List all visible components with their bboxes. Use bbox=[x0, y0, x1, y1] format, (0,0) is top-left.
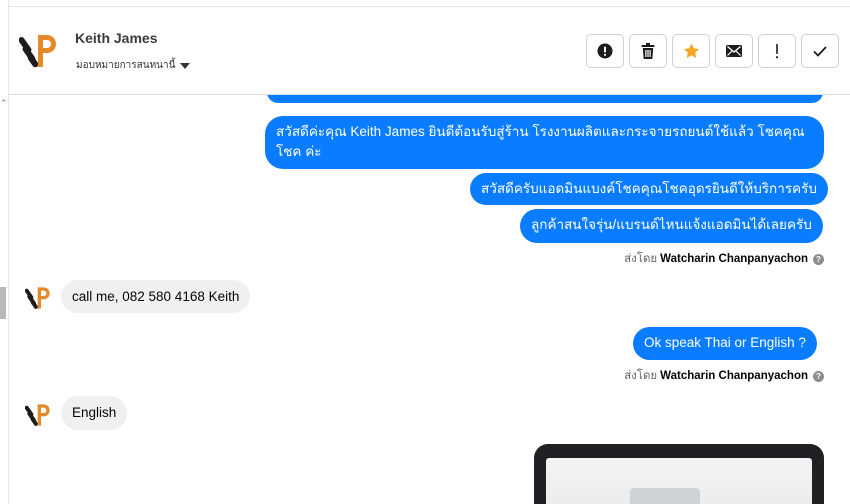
sent-by-agent: Watcharin Chanpanyachon bbox=[660, 370, 808, 382]
check-icon bbox=[813, 45, 827, 57]
collapse-caret-icon[interactable]: ⌃ bbox=[0, 100, 8, 109]
assign-conversation-dropdown[interactable]: มอบหมายการสนทนานี้ bbox=[76, 58, 191, 73]
sent-by-prefix: ส่งโดย bbox=[624, 370, 658, 382]
follow-up-button[interactable] bbox=[758, 34, 796, 68]
message-text: สวัสดีค่ะคุณ Keith James ยินดีต้อนรับสู่… bbox=[276, 124, 805, 139]
star-button[interactable] bbox=[672, 34, 710, 68]
message-text-line2: โชค ค่ะ bbox=[276, 144, 322, 159]
sent-by-label: ส่งโดย Watcharin Chanpanyachon ? bbox=[624, 367, 824, 385]
contact-name: Keith James bbox=[75, 30, 158, 46]
image-attachment[interactable] bbox=[534, 444, 824, 504]
assign-label: มอบหมายการสนทนานี้ bbox=[76, 60, 176, 71]
truck-shape bbox=[630, 488, 700, 504]
header-actions bbox=[586, 34, 839, 68]
message-bubble-incoming: English bbox=[61, 396, 128, 430]
help-icon[interactable]: ? bbox=[813, 370, 824, 382]
sent-by-label: ส่งโดย Watcharin Chanpanyachon ? bbox=[624, 250, 824, 268]
vehicle-photo bbox=[546, 458, 812, 504]
exclamation-icon bbox=[775, 43, 779, 58]
message-thread[interactable]: สวัสดีค่ะคุณ Keith James ยินดีต้อนรับสู่… bbox=[9, 95, 850, 504]
sent-by-prefix: ส่งโดย bbox=[624, 253, 658, 265]
alert-circle-icon bbox=[597, 43, 613, 59]
trash-icon bbox=[641, 43, 655, 59]
delete-button[interactable] bbox=[629, 34, 667, 68]
message-bubble-outgoing: สวัสดีครับแอดมินแบงค์โชคคุณโชคอุดรยินดีใ… bbox=[470, 173, 828, 205]
brand-logo-icon bbox=[19, 35, 56, 68]
message-bubble-outgoing: ลูกค้าสนใจรุ่น/แบรนด์ไหนแจ้งแอดมินได้เลย… bbox=[520, 209, 823, 243]
envelope-icon bbox=[726, 45, 742, 57]
done-button[interactable] bbox=[801, 34, 839, 68]
contact-avatar bbox=[25, 287, 50, 309]
mark-spam-button[interactable] bbox=[586, 34, 624, 68]
sent-by-agent: Watcharin Chanpanyachon bbox=[660, 253, 808, 265]
chevron-down-icon bbox=[180, 63, 191, 69]
mark-unread-button[interactable] bbox=[715, 34, 753, 68]
star-icon bbox=[683, 43, 699, 58]
message-bubble-outgoing-clipped bbox=[267, 95, 823, 103]
left-panel-edge: ⌃ bbox=[0, 0, 9, 504]
help-icon[interactable]: ? bbox=[813, 253, 824, 265]
contact-avatar bbox=[25, 404, 50, 426]
message-bubble-outgoing: Ok speak Thai or English ? bbox=[633, 327, 817, 360]
conversation-header: Keith James มอบหมายการสนทนานี้ bbox=[9, 7, 850, 95]
message-bubble-incoming: call me, 082 580 4168 Keith bbox=[61, 280, 251, 313]
message-bubble-outgoing: สวัสดีค่ะคุณ Keith James ยินดีต้อนรับสู่… bbox=[265, 116, 824, 169]
scrollbar-thumb[interactable] bbox=[0, 287, 6, 319]
